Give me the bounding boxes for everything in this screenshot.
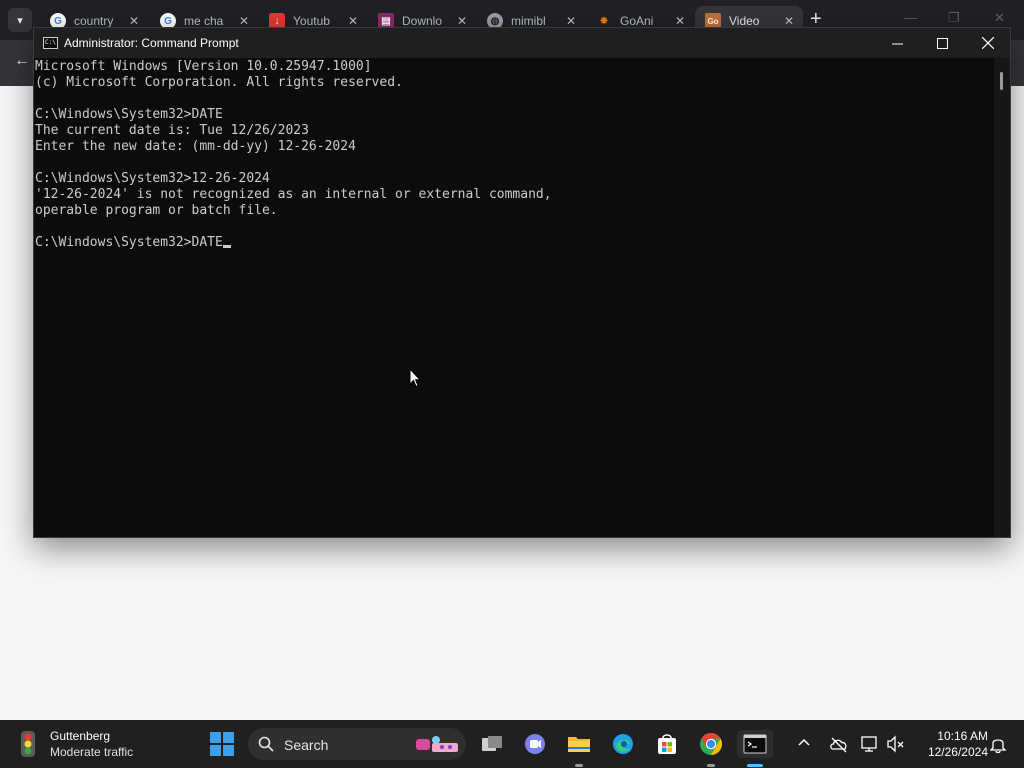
new-tab-button[interactable]: + — [810, 9, 822, 29]
browser-tab-title: Downlo — [402, 14, 443, 28]
running-indicator — [707, 764, 715, 767]
scrollbar-thumb[interactable] — [1000, 72, 1003, 90]
clock-time: 10:16 AM — [937, 729, 988, 743]
minimize-icon — [891, 43, 903, 44]
chrome-icon — [700, 733, 722, 755]
window-title: Administrator: Command Prompt — [64, 36, 239, 50]
start-button[interactable] — [210, 732, 234, 756]
cmd-titlebar[interactable]: C:\ Administrator: Command Prompt — [34, 28, 1010, 58]
file-explorer-button[interactable] — [565, 730, 593, 767]
close-icon — [982, 37, 994, 49]
system-clock[interactable]: 10:16 AM 12/26/2024 — [914, 728, 988, 760]
notification-bell-icon[interactable] — [988, 734, 1008, 754]
console-line: C:\Windows\System32>12-26-2024 — [35, 171, 270, 186]
console-line: The current date is: Tue 12/26/2023 — [35, 123, 309, 138]
back-arrow-icon[interactable]: ← — [14, 52, 30, 70]
volume-muted-icon[interactable] — [886, 734, 906, 754]
vertical-scrollbar[interactable] — [994, 58, 1010, 537]
weather-widget[interactable]: Guttenberg Moderate traffic — [14, 728, 133, 760]
edge-icon — [613, 734, 633, 754]
close-button[interactable] — [965, 28, 1011, 58]
active-indicator — [747, 764, 763, 767]
minimize-button[interactable] — [874, 28, 920, 58]
microsoft-store-button[interactable] — [653, 730, 681, 758]
console-line: Microsoft Windows [Version 10.0.25947.10… — [35, 59, 372, 74]
clock-date: 12/26/2024 — [927, 745, 988, 759]
text-cursor — [222, 245, 231, 248]
close-tab-icon[interactable]: ✕ — [563, 14, 579, 28]
close-tab-icon[interactable]: ✕ — [781, 14, 797, 28]
browser-tab-title: mimibl — [511, 14, 546, 28]
search-icon — [258, 736, 274, 752]
cmd-app-icon: C:\ — [43, 37, 58, 49]
chrome-button[interactable] — [697, 730, 725, 767]
close-tab-icon[interactable]: ✕ — [454, 14, 470, 28]
console-line: (c) Microsoft Corporation. All rights re… — [35, 75, 403, 90]
weather-status: Moderate traffic — [50, 745, 134, 759]
command-prompt-window[interactable]: C:\ Administrator: Command Prompt Micros… — [33, 27, 1011, 538]
chevron-up-icon — [798, 738, 810, 746]
browser-tab-title: country — [74, 14, 114, 28]
network-icon[interactable] — [860, 734, 880, 754]
browser-tab-title: me cha — [184, 14, 224, 28]
traffic-light-icon — [21, 731, 35, 757]
chrome-minimize-icon[interactable]: — — [904, 10, 917, 25]
task-view-icon — [482, 736, 502, 751]
taskbar-search-box[interactable]: Search — [248, 728, 466, 760]
close-tab-icon[interactable]: ✕ — [126, 14, 142, 28]
folder-icon — [568, 737, 590, 752]
mouse-pointer-icon — [409, 368, 421, 388]
browser-tab-title: Youtub — [293, 14, 330, 28]
chrome-close-icon[interactable]: ✕ — [994, 10, 1005, 26]
current-prompt-line[interactable]: C:\Windows\System32>DATE — [35, 235, 994, 251]
running-indicator — [575, 764, 583, 767]
maximize-button[interactable] — [919, 28, 965, 58]
search-label: Search — [284, 737, 329, 753]
search-highlight-icon — [416, 736, 458, 752]
store-icon — [658, 734, 676, 754]
weather-title: Guttenberg — [50, 729, 111, 743]
tab-search-dropdown-icon[interactable]: ▾ — [8, 8, 32, 32]
close-tab-icon[interactable]: ✕ — [345, 14, 361, 28]
command-prompt-taskbar-button[interactable] — [737, 730, 773, 767]
teams-chat-button[interactable] — [521, 730, 549, 758]
chat-icon — [525, 734, 545, 754]
task-view-button[interactable] — [478, 730, 506, 758]
close-tab-icon[interactable]: ✕ — [672, 14, 688, 28]
console-line: Enter the new date: (mm-dd-yy) 12-26-202… — [35, 139, 356, 154]
console-line: C:\Windows\System32>DATE — [35, 107, 223, 122]
taskbar: Guttenberg Moderate traffic Search 10:16… — [0, 720, 1024, 768]
maximize-icon — [936, 37, 948, 49]
browser-tab-title: GoAni — [620, 14, 654, 28]
terminal-icon — [743, 734, 767, 754]
console-line: '12-26-2024' is not recognized as an int… — [35, 187, 552, 202]
browser-tab-title: Video — [729, 14, 760, 28]
onedrive-offline-icon[interactable] — [829, 734, 849, 754]
edge-browser-button[interactable] — [609, 730, 637, 758]
console-line: operable program or batch file. — [35, 203, 278, 218]
console-output[interactable]: Microsoft Windows [Version 10.0.25947.10… — [34, 58, 994, 537]
close-tab-icon[interactable]: ✕ — [236, 14, 252, 28]
prompt-input[interactable]: C:\Windows\System32>DATE — [35, 235, 223, 250]
show-hidden-icons-button[interactable] — [798, 735, 810, 749]
chrome-restore-icon[interactable]: ❐ — [948, 10, 960, 26]
